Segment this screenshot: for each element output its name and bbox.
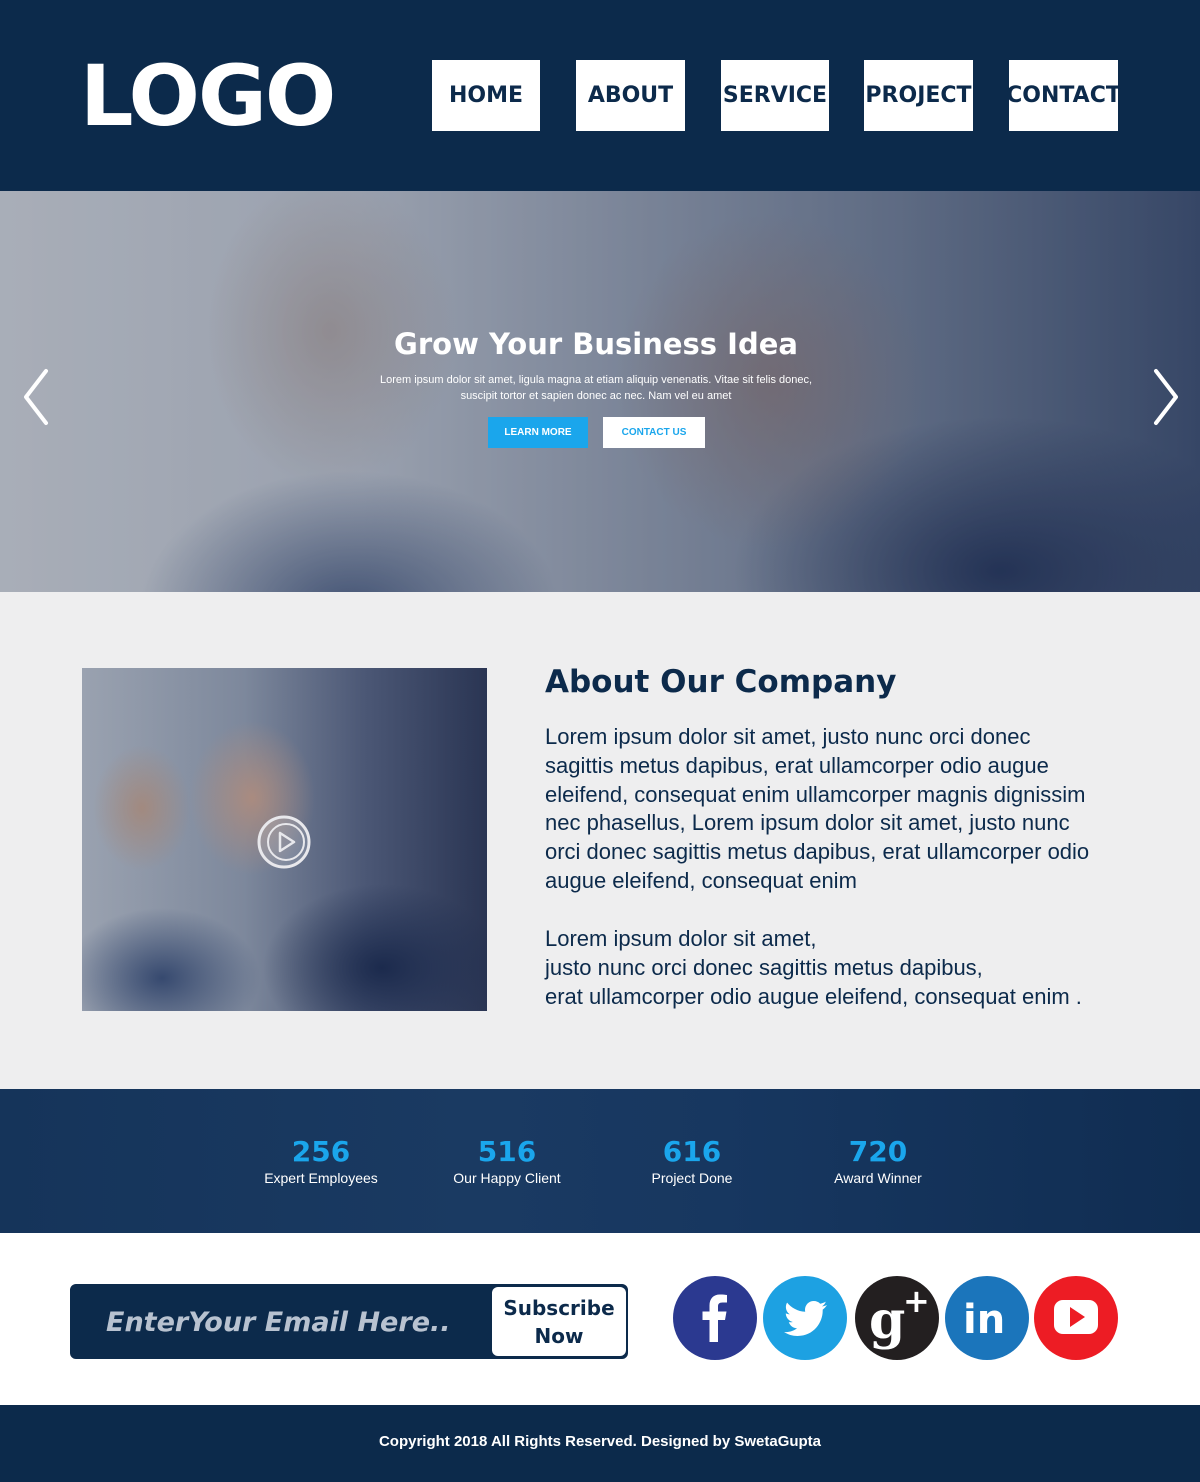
- nav-home[interactable]: HOME: [432, 60, 540, 131]
- subscribe-label: Now: [534, 1323, 584, 1348]
- facebook-icon[interactable]: [673, 1276, 757, 1360]
- email-input[interactable]: [106, 1300, 486, 1344]
- learn-more-button[interactable]: LEARN MORE: [488, 417, 588, 448]
- contact-us-button[interactable]: CONTACT US: [603, 417, 705, 448]
- site-header: LOGO HOME ABOUT SERVICE PROJECT CONTACT: [0, 0, 1200, 191]
- chevron-left-icon[interactable]: [22, 367, 52, 427]
- youtube-icon[interactable]: [1034, 1276, 1118, 1360]
- about-line: erat ullamcorper odio augue eleifend, co…: [545, 983, 1082, 1009]
- copyright-text: Copyright 2018 All Rights Reserved. Desi…: [378, 1433, 822, 1450]
- stat-clients: 516 Our Happy Client: [417, 1135, 597, 1187]
- stat-label: Project Done: [651, 1170, 733, 1186]
- nav-about[interactable]: ABOUT: [576, 60, 685, 131]
- logo[interactable]: LOGO: [80, 46, 336, 146]
- about-line: justo nunc orci donec sagittis metus dap…: [545, 954, 983, 980]
- svg-text:g: g: [869, 1290, 905, 1351]
- subscribe-label: Subscribe: [503, 1295, 615, 1320]
- hero-text-line: suscipit tortor et sapien donec ac nec. …: [460, 390, 732, 402]
- stat-awards: 720 Award Winner: [788, 1135, 968, 1187]
- stat-label: Our Happy Client: [453, 1170, 561, 1186]
- svg-text:in: in: [963, 1297, 1005, 1343]
- about-paragraph: Lorem ipsum dolor sit amet, justo nunc o…: [545, 724, 1090, 893]
- hero-text-line: Lorem ipsum dolor sit amet, ligula magna…: [379, 374, 813, 386]
- stats-section: 256 Expert Employees 516 Our Happy Clien…: [0, 1089, 1200, 1233]
- site-footer: Copyright 2018 All Rights Reserved. Desi…: [0, 1405, 1200, 1482]
- stat-number: 616: [662, 1135, 722, 1168]
- about-video-thumbnail[interactable]: [82, 668, 487, 1011]
- chevron-right-icon[interactable]: [1150, 367, 1180, 427]
- stat-number: 256: [291, 1135, 351, 1168]
- nav-service[interactable]: SERVICE: [721, 60, 829, 131]
- stat-label: Expert Employees: [264, 1170, 378, 1186]
- stat-number: 516: [477, 1135, 537, 1168]
- subscribe-form: Subscribe Now: [70, 1284, 628, 1359]
- stat-projects: 616 Project Done: [602, 1135, 782, 1187]
- nav-contact[interactable]: CONTACT: [1006, 60, 1121, 131]
- google-plus-icon[interactable]: g +: [855, 1276, 939, 1360]
- svg-text:+: +: [903, 1282, 930, 1320]
- subscribe-button[interactable]: Subscribe Now: [492, 1287, 626, 1356]
- about-paragraph-2: Lorem ipsum dolor sit amet, justo nunc o…: [545, 925, 1105, 1011]
- twitter-icon[interactable]: [763, 1276, 847, 1360]
- hero-slider: Grow Your Business Idea Lorem ipsum dolo…: [0, 191, 1200, 592]
- hero-text: Lorem ipsum dolor sit amet, ligula magna…: [368, 372, 824, 404]
- linkedin-icon[interactable]: in: [945, 1276, 1029, 1360]
- hero-title: Grow Your Business Idea: [394, 327, 798, 361]
- play-icon[interactable]: [256, 814, 312, 870]
- about-section: About Our Company Lorem ipsum dolor sit …: [0, 592, 1200, 1089]
- stat-employees: 256 Expert Employees: [231, 1135, 411, 1187]
- about-line: Lorem ipsum dolor sit amet,: [545, 926, 817, 951]
- stat-label: Award Winner: [834, 1170, 922, 1186]
- nav-project[interactable]: PROJECT: [864, 60, 973, 131]
- stat-number: 720: [848, 1135, 908, 1168]
- about-title: About Our Company: [545, 664, 897, 700]
